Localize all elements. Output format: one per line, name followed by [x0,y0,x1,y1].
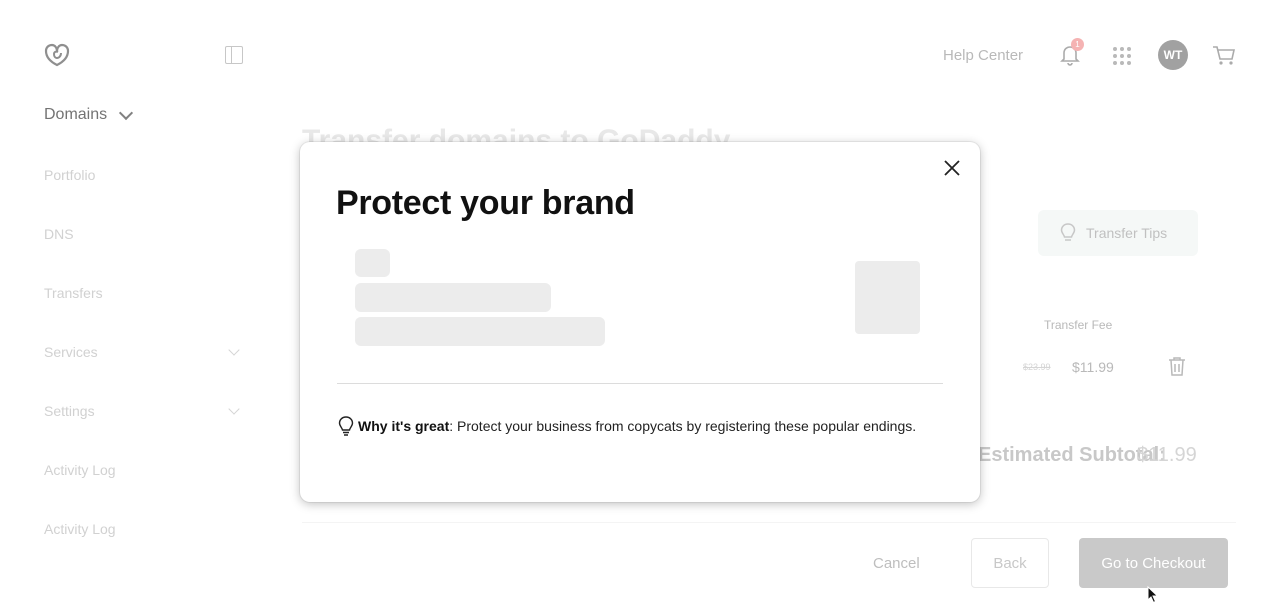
loading-skeleton [855,261,920,334]
loading-skeleton [355,283,551,312]
close-icon[interactable] [942,158,962,178]
mouse-cursor-icon [1147,586,1159,604]
lightbulb-icon [338,416,354,436]
protect-brand-modal: Protect your brand Why it's great: Prote… [300,142,980,502]
loading-skeleton [355,249,390,277]
why-its-great-text: Why it's great: Protect your business fr… [338,416,916,436]
divider [337,383,943,384]
why-label: Why it's great [358,418,450,434]
loading-skeleton [355,317,605,346]
modal-title: Protect your brand [336,184,635,222]
why-description: : Protect your business from copycats by… [449,418,917,434]
